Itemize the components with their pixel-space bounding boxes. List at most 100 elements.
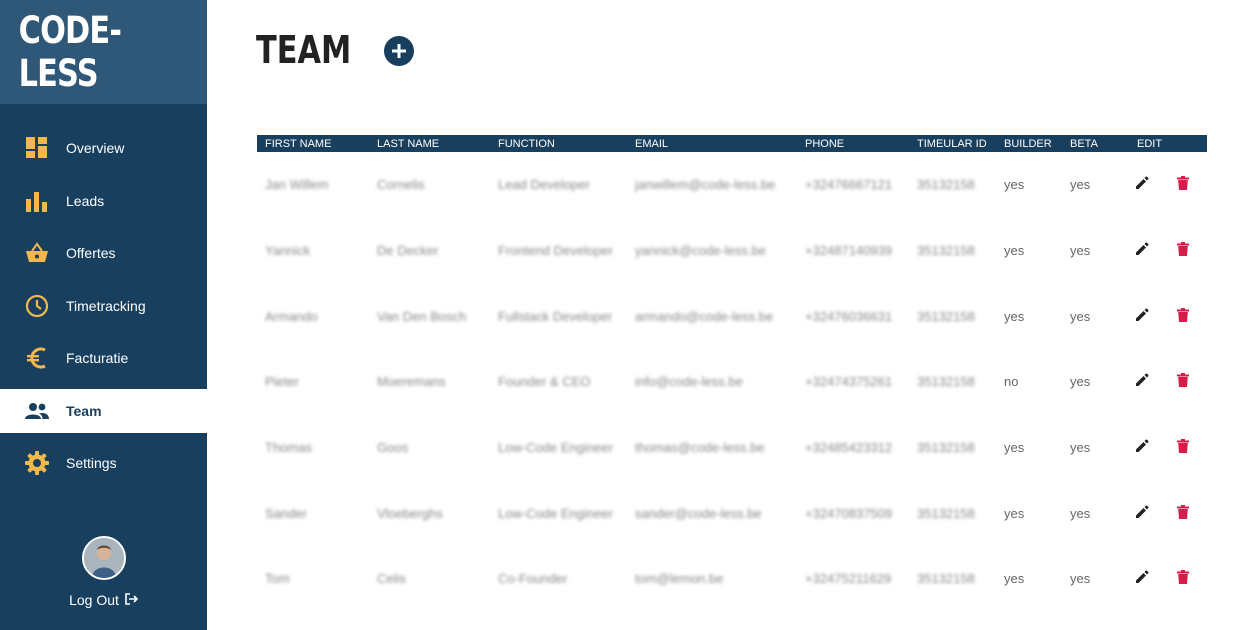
team-table: FIRST NAME LAST NAME FUNCTION EMAIL PHON…: [257, 135, 1207, 612]
first-name-cell: Jan Willem: [265, 177, 329, 193]
sidebar-item-label: Timetracking: [66, 297, 146, 314]
email-cell: tom@lemon.be: [635, 571, 724, 587]
edit-icon[interactable]: [1135, 176, 1149, 193]
col-function[interactable]: FUNCTION: [490, 135, 627, 152]
row-actions: [1129, 415, 1207, 481]
col-phone[interactable]: PHONE: [797, 135, 909, 152]
function-cell: Co-Founder: [498, 571, 568, 587]
logo[interactable]: CODE-LESS: [0, 0, 207, 104]
edit-icon[interactable]: [1135, 505, 1149, 522]
table-row: Sander Vloeberghs Low-Code Engineer sander@…: [257, 480, 1207, 546]
logo-text: CODE-LESS: [18, 9, 122, 95]
last-name-cell: Celis: [377, 571, 406, 587]
row-actions-group: [1135, 373, 1207, 390]
table-row: Tom Celis Co-Founder tom@lemon.be +324752116…: [257, 546, 1207, 612]
logout-button[interactable]: Log Out: [0, 592, 207, 608]
email-cell: armando@code-less.be: [635, 308, 774, 324]
row-actions-group: [1135, 504, 1207, 522]
row-actions-group: [1135, 570, 1207, 587]
builder-cell: yes: [1004, 440, 1025, 456]
builder-cell: yes: [1004, 308, 1025, 324]
function-cell: Founder & CEO: [498, 374, 591, 390]
timeular-id-cell: 35132158: [917, 440, 975, 456]
sidebar-item-timetracking[interactable]: Timetracking: [0, 284, 207, 328]
edit-icon[interactable]: [1135, 570, 1149, 587]
phone-cell: +32476667121: [805, 177, 893, 193]
delete-icon[interactable]: [1177, 176, 1189, 193]
col-last-name[interactable]: LAST NAME: [369, 135, 490, 152]
beta-cell: yes: [1070, 505, 1091, 521]
col-builder[interactable]: BUILDER: [996, 135, 1062, 152]
beta-cell: yes: [1070, 571, 1091, 587]
function-cell: Low-Code Engineer: [498, 505, 613, 521]
row-actions: [1129, 152, 1207, 218]
sidebar-item-facturatie[interactable]: Facturatie: [0, 336, 207, 380]
row-actions: [1129, 480, 1207, 546]
col-email[interactable]: EMAIL: [627, 135, 797, 152]
last-name-cell: Goos: [377, 440, 409, 456]
table-row: Thomas Goos Low-Code Engineer thomas@code-l…: [257, 415, 1207, 481]
sidebar-item-leads[interactable]: Leads: [0, 179, 207, 223]
last-name-cell: Cornelis: [377, 177, 425, 193]
delete-icon[interactable]: [1177, 570, 1189, 587]
last-name-cell: De Decker: [377, 243, 439, 259]
sidebar-nav: Overview Leads Offertes Timetracking Fac…: [0, 126, 207, 494]
bar-chart-icon: [24, 188, 50, 214]
builder-cell: yes: [1004, 243, 1025, 259]
delete-icon[interactable]: [1177, 439, 1189, 456]
function-cell: Low-Code Engineer: [498, 440, 613, 456]
sidebar-item-label: Settings: [66, 455, 117, 471]
delete-icon[interactable]: [1177, 504, 1189, 522]
email-cell: yannick@code-less.be: [635, 243, 766, 259]
timeular-id-cell: 35132158: [917, 243, 975, 259]
first-name-cell: Thomas: [265, 440, 312, 456]
people-icon: [24, 398, 50, 424]
first-name-cell: Tom: [265, 571, 290, 587]
last-name-cell: Moeremans: [377, 374, 446, 390]
beta-cell: yes: [1070, 243, 1091, 259]
col-edit: EDIT: [1137, 137, 1163, 150]
row-actions-group: [1135, 242, 1207, 259]
col-beta[interactable]: BETA: [1062, 135, 1129, 152]
phone-cell: +32475211629: [805, 571, 892, 587]
delete-icon[interactable]: [1177, 373, 1189, 390]
col-first-name[interactable]: FIRST NAME: [257, 135, 369, 152]
delete-icon[interactable]: [1177, 307, 1189, 325]
table-row: Pieter Moeremans Founder & CEO info@code-le…: [257, 349, 1207, 415]
timeular-id-cell: 35132158: [917, 571, 975, 587]
sidebar-item-settings[interactable]: Settings: [0, 441, 207, 485]
row-actions: [1129, 283, 1207, 349]
edit-icon[interactable]: [1135, 242, 1149, 259]
builder-cell: no: [1004, 374, 1019, 390]
sidebar-item-offertes[interactable]: Offertes: [0, 231, 207, 275]
sidebar-item-label: Team: [66, 402, 102, 419]
phone-cell: +32470837509: [805, 505, 893, 521]
sidebar-item-team[interactable]: Team: [0, 388, 207, 433]
clock-icon: [24, 293, 50, 319]
last-name-cell: Van Den Bosch: [377, 308, 467, 324]
edit-icon[interactable]: [1135, 373, 1149, 390]
edit-icon[interactable]: [1135, 308, 1149, 325]
sidebar-item-label: Offertes: [66, 245, 116, 261]
sidebar-item-label: Overview: [66, 140, 125, 156]
sidebar-item-label: Facturatie: [66, 350, 129, 366]
col-timeular-id[interactable]: TIMEULAR ID: [909, 135, 996, 152]
phone-cell: +32485423312: [805, 440, 893, 456]
edit-icon[interactable]: [1135, 439, 1149, 456]
beta-cell: yes: [1070, 308, 1091, 324]
plus-icon: [392, 44, 406, 58]
basket-icon: [24, 240, 50, 266]
timeular-id-cell: 35132158: [917, 374, 975, 390]
timeular-id-cell: 35132158: [917, 505, 975, 521]
sidebar: CODE-LESS Overview Leads Offertes Timetr…: [0, 0, 207, 630]
sidebar-item-label: Leads: [66, 192, 105, 209]
email-cell: janwillem@code-less.be: [635, 177, 776, 193]
row-actions: [1129, 546, 1207, 612]
sidebar-item-overview[interactable]: Overview: [0, 126, 207, 170]
add-member-button[interactable]: [384, 36, 414, 66]
builder-cell: yes: [1004, 505, 1025, 521]
table-header-row: FIRST NAME LAST NAME FUNCTION EMAIL PHON…: [257, 135, 1207, 152]
avatar[interactable]: [81, 536, 126, 580]
delete-icon[interactable]: [1177, 242, 1189, 259]
timeular-id-cell: 35132158: [917, 177, 975, 193]
